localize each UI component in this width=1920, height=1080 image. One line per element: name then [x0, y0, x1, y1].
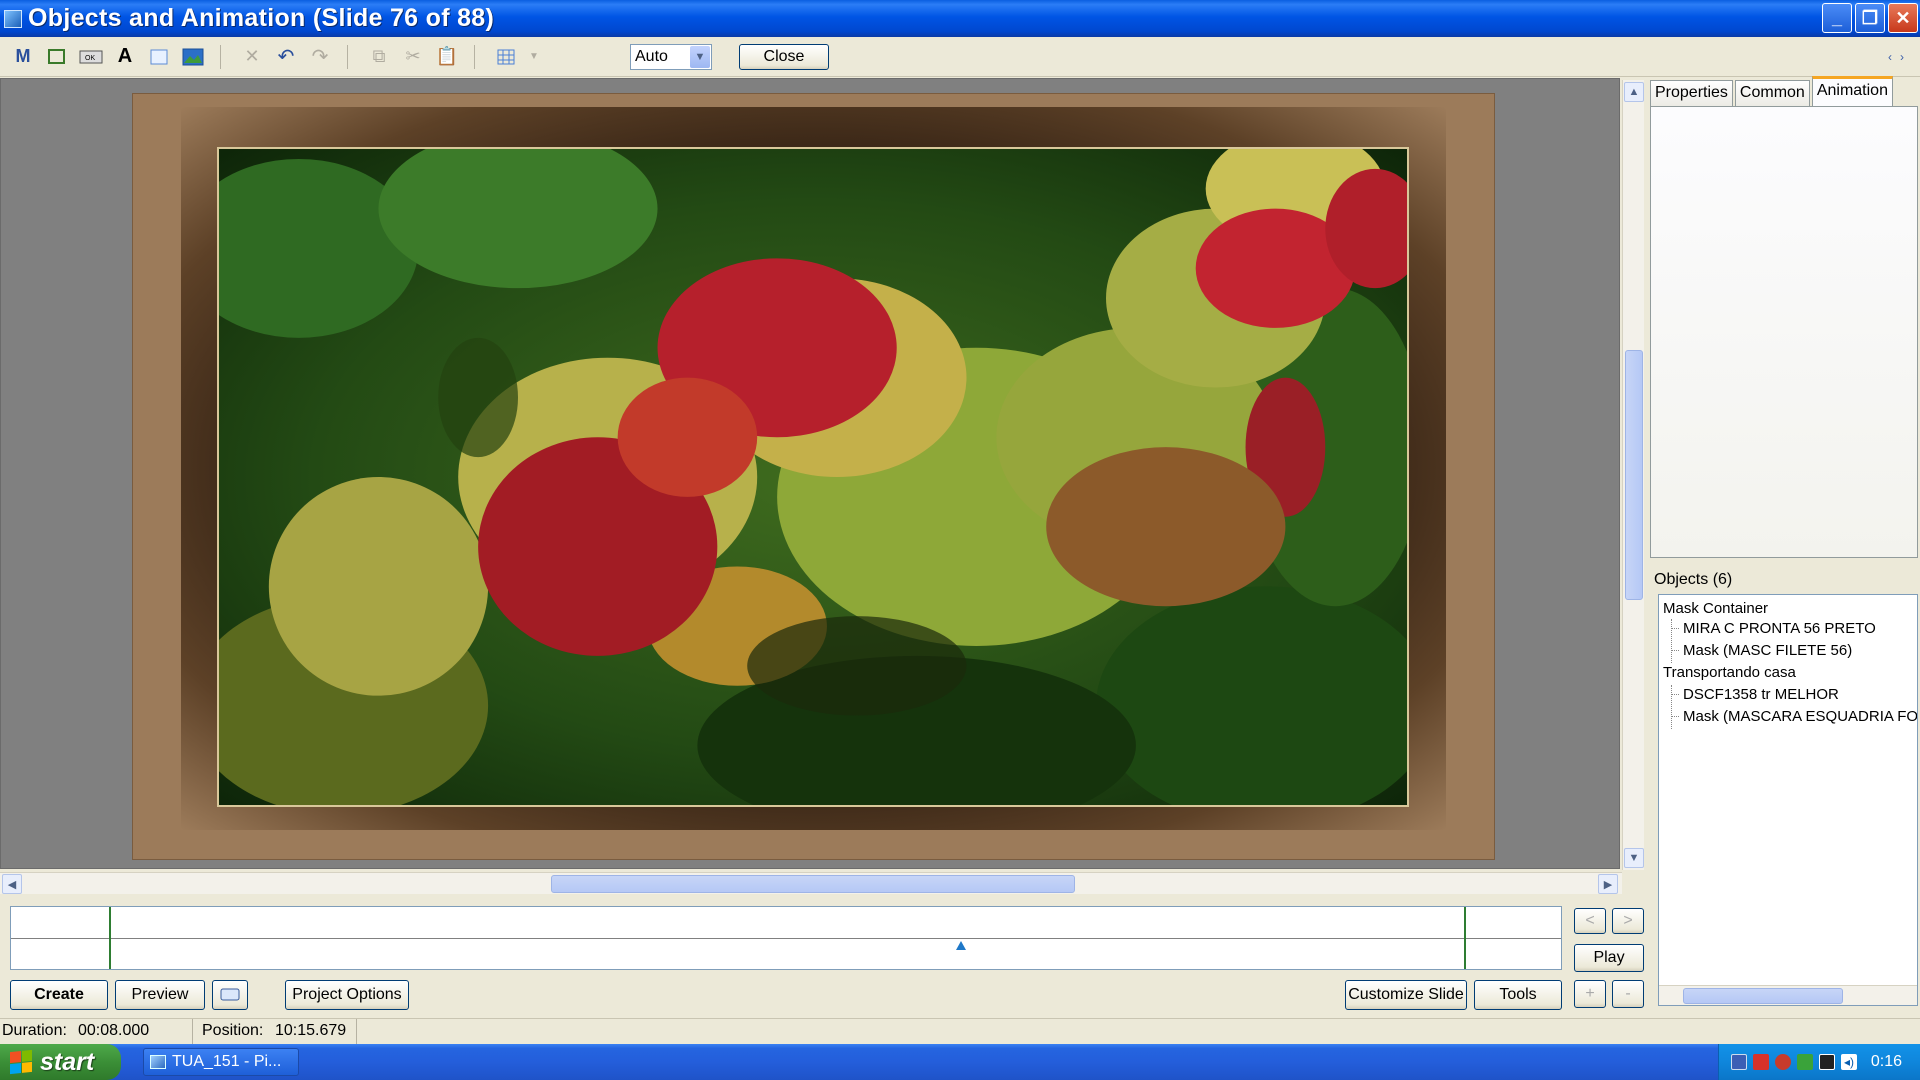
taskbar: start TUA_151 - Pi... ◂) 0:16	[0, 1044, 1920, 1080]
chevron-down-icon[interactable]: ▼	[690, 46, 710, 68]
scroll-right-icon[interactable]: ▶	[1598, 874, 1618, 894]
objects-horizontal-scrollbar[interactable]	[1659, 985, 1917, 1005]
scroll-up-icon[interactable]: ▲	[1624, 82, 1644, 102]
window-title: Objects and Animation (Slide 76 of 88)	[28, 4, 495, 32]
redo-icon[interactable]: ↷	[307, 44, 333, 70]
create-button[interactable]: Create	[10, 980, 108, 1010]
playhead-icon[interactable]	[956, 941, 966, 950]
right-panel: Properties Common Animation Objects (6) …	[1648, 76, 1920, 1006]
timeline-next-button[interactable]: >	[1612, 908, 1644, 934]
duration-value: 00:08.000	[78, 1022, 150, 1039]
status-bar: Duration: 00:08.000 Position: 10:15.679	[0, 1018, 1920, 1045]
position-label: Position:	[202, 1022, 264, 1039]
start-button[interactable]: start	[0, 1044, 121, 1080]
horizontal-scrollbar[interactable]: ◀ ▶	[0, 872, 1622, 894]
tree-item[interactable]: DSCF1358 tr MELHOR	[1683, 686, 1839, 703]
windows-logo-icon	[10, 1049, 32, 1075]
animation-tab-content	[1650, 106, 1918, 558]
svg-text:OK: OK	[85, 55, 95, 62]
image-icon[interactable]	[180, 44, 206, 70]
panel-tabs: Properties Common Animation	[1650, 76, 1895, 106]
objects-tree[interactable]: Mask Container MIRA C PRONTA 56 PRETO Ma…	[1658, 594, 1918, 1006]
nav-prev-icon[interactable]: ‹	[1888, 50, 1892, 64]
start-label: start	[40, 1047, 95, 1076]
slide-background[interactable]	[132, 93, 1495, 860]
taskbar-app-label: TUA_151 - Pi...	[172, 1053, 282, 1070]
close-window-button[interactable]: ✕	[1888, 3, 1918, 33]
security-icon[interactable]	[1775, 1054, 1791, 1070]
vertical-scroll-thumb[interactable]	[1625, 350, 1643, 600]
play-button[interactable]: Play	[1574, 944, 1644, 972]
cut-icon[interactable]: ✂	[400, 44, 426, 70]
timeline-prev-button[interactable]: <	[1574, 908, 1606, 934]
maximize-button[interactable]: ❐	[1855, 3, 1885, 33]
leaves-image	[219, 149, 1407, 805]
slide-canvas[interactable]	[0, 78, 1620, 869]
tree-item[interactable]: Transportando casa	[1663, 664, 1796, 681]
tools-button[interactable]: Tools	[1474, 980, 1562, 1010]
copy-icon[interactable]: ⧉	[366, 44, 392, 70]
tab-properties[interactable]: Properties	[1650, 80, 1733, 106]
position-value: 10:15.679	[275, 1022, 347, 1039]
tree-item[interactable]: Mask (MASC FILETE 56)	[1683, 642, 1852, 659]
title-bar: Objects and Animation (Slide 76 of 88) _…	[0, 0, 1920, 37]
timeline-start-marker[interactable]	[109, 907, 111, 969]
nav-next-icon[interactable]: ›	[1900, 50, 1904, 64]
button-icon[interactable]: OK	[78, 44, 104, 70]
fullscreen-preview-button[interactable]	[212, 980, 248, 1010]
tree-item[interactable]: Mask (MASCARA ESQUADRIA FOTO)	[1683, 708, 1917, 725]
zoom-select[interactable]: Auto ▼	[630, 44, 712, 70]
zoom-select-value: Auto	[635, 48, 668, 65]
frame-icon[interactable]	[146, 44, 172, 70]
rectangle-icon[interactable]	[44, 44, 70, 70]
minimize-button[interactable]: _	[1822, 3, 1852, 33]
scroll-down-icon[interactable]: ▼	[1624, 848, 1644, 868]
taskbar-app-button[interactable]: TUA_151 - Pi...	[143, 1048, 299, 1076]
text-style-icon[interactable]: M	[10, 44, 36, 70]
monitor-icon	[220, 988, 240, 1001]
tree-item[interactable]: MIRA C PRONTA 56 PRETO	[1683, 620, 1876, 637]
customize-slide-button[interactable]: Customize Slide	[1345, 980, 1467, 1010]
antivirus-icon[interactable]	[1753, 1054, 1769, 1070]
scroll-left-icon[interactable]: ◀	[2, 874, 22, 894]
timeline-end-marker[interactable]	[1464, 907, 1466, 969]
delete-icon[interactable]: ✕	[239, 44, 265, 70]
system-tray: ◂) 0:16	[1718, 1044, 1920, 1080]
vertical-scrollbar[interactable]: ▲ ▼	[1622, 80, 1644, 870]
volume-icon[interactable]: ◂)	[1841, 1054, 1857, 1070]
app-icon	[4, 9, 22, 28]
objects-label: Objects (6)	[1654, 571, 1733, 588]
clock[interactable]: 0:16	[1871, 1053, 1902, 1071]
tab-animation[interactable]: Animation	[1811, 76, 1893, 106]
duration-label: Duration:	[2, 1022, 67, 1039]
close-button[interactable]: Close	[739, 44, 829, 70]
preview-button[interactable]: Preview	[115, 980, 205, 1010]
horizontal-scroll-thumb[interactable]	[551, 875, 1075, 893]
timeline[interactable]	[10, 906, 1562, 970]
undo-icon[interactable]: ↶	[273, 44, 299, 70]
slide-photo[interactable]	[217, 147, 1409, 807]
update-icon[interactable]	[1797, 1054, 1813, 1070]
app-icon	[150, 1055, 166, 1069]
tree-item[interactable]: Mask Container	[1663, 600, 1768, 617]
text-icon[interactable]: A	[112, 44, 138, 70]
remove-keyframe-button[interactable]: -	[1612, 980, 1644, 1008]
project-options-button[interactable]: Project Options	[285, 980, 409, 1010]
network-icon[interactable]	[1731, 1054, 1747, 1070]
toolbar: M OK A ✕ ↶ ↷ ⧉ ✂ 📋 ▼ Auto ▼ Close ‹ ›	[0, 37, 1920, 77]
grid-icon[interactable]	[493, 44, 519, 70]
grid-dropdown-icon[interactable]: ▼	[521, 44, 547, 70]
pen-icon[interactable]	[1819, 1054, 1835, 1070]
tab-common[interactable]: Common	[1734, 80, 1810, 106]
add-keyframe-button[interactable]: +	[1574, 980, 1606, 1008]
paste-icon[interactable]: 📋	[434, 44, 460, 70]
objects-scroll-thumb[interactable]	[1683, 988, 1843, 1004]
